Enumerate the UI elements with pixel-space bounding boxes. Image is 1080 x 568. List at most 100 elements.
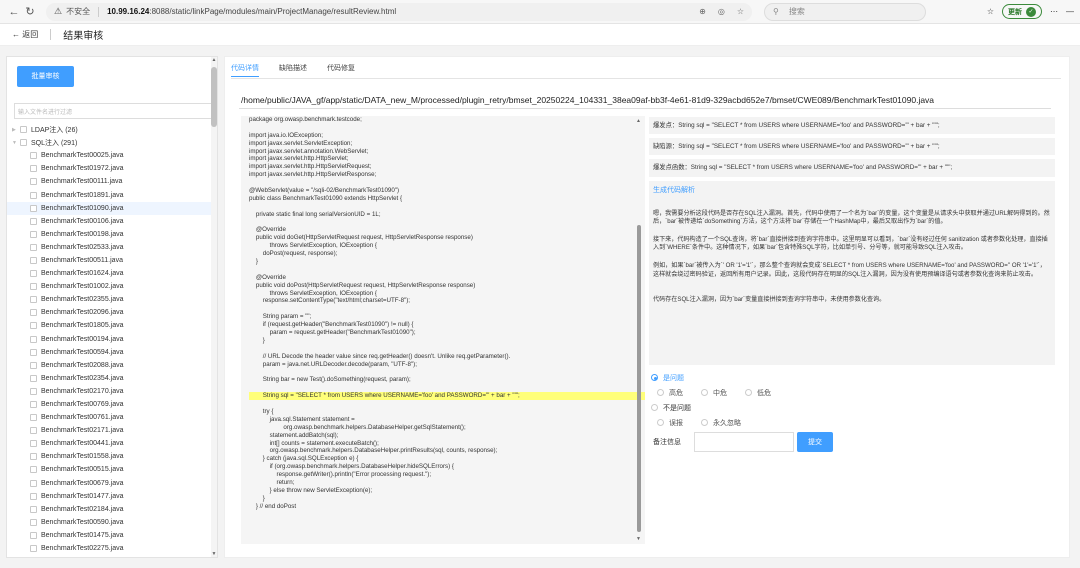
tree-file-item[interactable]: BenchmarkTest00198.java bbox=[7, 228, 211, 241]
submit-button[interactable]: 提交 bbox=[797, 432, 833, 452]
more-menu-icon[interactable]: ⋯ bbox=[1050, 7, 1058, 16]
tree-file-item[interactable]: BenchmarkTest01891.java bbox=[7, 188, 211, 201]
tree-file-item[interactable]: BenchmarkTest02533.java bbox=[7, 241, 211, 254]
tab-code-detail[interactable]: 代码详情 bbox=[231, 61, 259, 77]
checkbox[interactable] bbox=[30, 427, 37, 435]
tree-file-item[interactable]: BenchmarkTest02354.java bbox=[7, 372, 211, 385]
reload-icon[interactable]: ↻ bbox=[22, 5, 38, 18]
tree-file-item[interactable]: BenchmarkTest01972.java bbox=[7, 162, 211, 175]
tree-file-item[interactable]: BenchmarkTest02171.java bbox=[7, 424, 211, 437]
checkbox[interactable] bbox=[30, 387, 37, 395]
radio-is-issue[interactable]: 是问题 bbox=[651, 370, 771, 385]
back-arrow-icon[interactable]: ← bbox=[6, 6, 22, 18]
tree-file-item[interactable]: BenchmarkTest00769.java bbox=[7, 398, 211, 411]
checkbox[interactable] bbox=[30, 217, 37, 225]
tree-file-item[interactable]: BenchmarkTest00511.java bbox=[7, 254, 211, 267]
update-button[interactable]: 更新 ✓ bbox=[1002, 4, 1042, 19]
back-link[interactable]: ← 返回 bbox=[12, 29, 38, 40]
checkbox[interactable] bbox=[30, 545, 37, 553]
checkbox[interactable] bbox=[30, 505, 37, 513]
checkbox[interactable] bbox=[30, 453, 37, 461]
tree-file-item[interactable]: BenchmarkTest00111.java bbox=[7, 175, 211, 188]
checkbox[interactable] bbox=[30, 374, 37, 382]
note-input[interactable] bbox=[694, 432, 794, 452]
radio-high-severity[interactable]: 高危 bbox=[657, 388, 683, 398]
tree-file-item[interactable]: BenchmarkTest00761.java bbox=[7, 411, 211, 424]
checkbox[interactable] bbox=[30, 191, 37, 199]
checkbox[interactable] bbox=[30, 309, 37, 317]
favorite-star-icon[interactable]: ☆ bbox=[737, 7, 744, 16]
checkbox[interactable] bbox=[30, 230, 37, 238]
checkbox[interactable] bbox=[30, 204, 37, 212]
checkbox[interactable] bbox=[30, 361, 37, 369]
checkbox[interactable] bbox=[30, 466, 37, 474]
tree-file-item[interactable]: BenchmarkTest01558.java bbox=[7, 450, 211, 463]
tab-defect-description[interactable]: 缺陷描述 bbox=[279, 61, 307, 77]
tree-group[interactable]: ▶ LDAP注入 (26) bbox=[7, 123, 211, 136]
checkbox[interactable] bbox=[30, 401, 37, 409]
tree-file-item[interactable]: BenchmarkTest00025.java bbox=[7, 149, 211, 162]
tree-file-item[interactable]: BenchmarkTest01090.java bbox=[7, 201, 211, 215]
checkbox[interactable] bbox=[30, 322, 37, 330]
tree-file-item[interactable]: BenchmarkTest02088.java bbox=[7, 359, 211, 372]
checkbox[interactable] bbox=[30, 152, 37, 160]
code-line: } else throw new ServletException(e); bbox=[249, 486, 373, 494]
radio-ignore-forever[interactable]: 永久忽略 bbox=[701, 418, 741, 428]
checkbox[interactable] bbox=[30, 492, 37, 500]
checkbox[interactable] bbox=[30, 243, 37, 251]
checkbox[interactable] bbox=[30, 165, 37, 173]
favorites-icon[interactable]: ☆ bbox=[987, 7, 994, 16]
tree-file-item[interactable]: BenchmarkTest02184.java bbox=[7, 503, 211, 516]
translate-icon[interactable]: ◎ bbox=[718, 7, 725, 16]
tree-file-item[interactable]: BenchmarkTest00515.java bbox=[7, 463, 211, 476]
radio-medium-severity[interactable]: 中危 bbox=[701, 388, 727, 398]
tree-file-item[interactable]: BenchmarkTest00590.java bbox=[7, 516, 211, 529]
radio-false-positive[interactable]: 误报 bbox=[657, 418, 683, 428]
checkbox[interactable] bbox=[30, 440, 37, 448]
zoom-icon[interactable]: ⊕ bbox=[699, 7, 706, 16]
chevron-down-icon[interactable]: ▼ bbox=[12, 140, 20, 146]
checkbox[interactable] bbox=[30, 178, 37, 186]
file-filter-input[interactable]: 输入文件名进行过滤 bbox=[14, 103, 212, 119]
tree-file-item[interactable]: BenchmarkTest02170.java bbox=[7, 385, 211, 398]
code-line: import javax.servlet.http.HttpServletReq… bbox=[249, 163, 372, 171]
code-scrollbar[interactable]: ▲ ▼ bbox=[635, 116, 643, 544]
radio-low-severity[interactable]: 低危 bbox=[745, 388, 771, 398]
tree-file-item[interactable]: BenchmarkTest02096.java bbox=[7, 306, 211, 319]
tree-file-item[interactable]: BenchmarkTest00594.java bbox=[7, 346, 211, 359]
address-bar[interactable]: ⚠ 不安全 10.99.16.24:8088/static/linkPage/m… bbox=[46, 2, 752, 21]
minimize-icon[interactable]: — bbox=[1066, 7, 1074, 16]
code-viewer: package org.owasp.benchmark.testcode; imp… bbox=[241, 116, 645, 544]
checkbox[interactable] bbox=[20, 139, 27, 147]
tree-file-item[interactable]: BenchmarkTest01002.java bbox=[7, 280, 211, 293]
checkbox[interactable] bbox=[30, 518, 37, 526]
tree-file-item[interactable]: BenchmarkTest00106.java bbox=[7, 215, 211, 228]
tree-file-item[interactable]: BenchmarkTest01475.java bbox=[7, 529, 211, 542]
checkbox[interactable] bbox=[20, 126, 27, 134]
tree-file-item[interactable]: BenchmarkTest00679.java bbox=[7, 477, 211, 490]
tree-file-item[interactable]: BenchmarkTest01624.java bbox=[7, 267, 211, 280]
checkbox[interactable] bbox=[30, 531, 37, 539]
tree-group[interactable]: ▼ SQL注入 (291) bbox=[7, 136, 211, 149]
checkbox[interactable] bbox=[30, 256, 37, 264]
radio-not-issue[interactable]: 不是问题 bbox=[651, 400, 771, 415]
batch-review-button[interactable]: 批量审核 bbox=[17, 66, 74, 87]
checkbox[interactable] bbox=[30, 296, 37, 304]
tree-file-item[interactable]: BenchmarkTest02355.java bbox=[7, 293, 211, 306]
tree-file-item[interactable]: BenchmarkTest01805.java bbox=[7, 319, 211, 332]
checkbox[interactable] bbox=[30, 348, 37, 356]
tree-file-item[interactable]: BenchmarkTest01477.java bbox=[7, 490, 211, 503]
chevron-right-icon[interactable]: ▶ bbox=[12, 127, 20, 133]
checkbox[interactable] bbox=[30, 283, 37, 291]
checkbox[interactable] bbox=[30, 335, 37, 343]
checkbox[interactable] bbox=[30, 479, 37, 487]
sidebar-scrollbar[interactable]: ▲ ▼ bbox=[211, 57, 217, 557]
tree-file-item[interactable]: BenchmarkTest00441.java bbox=[7, 437, 211, 450]
tree-file-item[interactable]: BenchmarkTest00194.java bbox=[7, 333, 211, 346]
tab-code-fix[interactable]: 代码修复 bbox=[327, 61, 355, 77]
checkbox[interactable] bbox=[30, 414, 37, 422]
checkbox[interactable] bbox=[30, 270, 37, 278]
browser-search-box[interactable]: ⚲ 搜索 bbox=[764, 2, 926, 21]
tree-file-item[interactable]: BenchmarkTest02275.java bbox=[7, 542, 211, 555]
